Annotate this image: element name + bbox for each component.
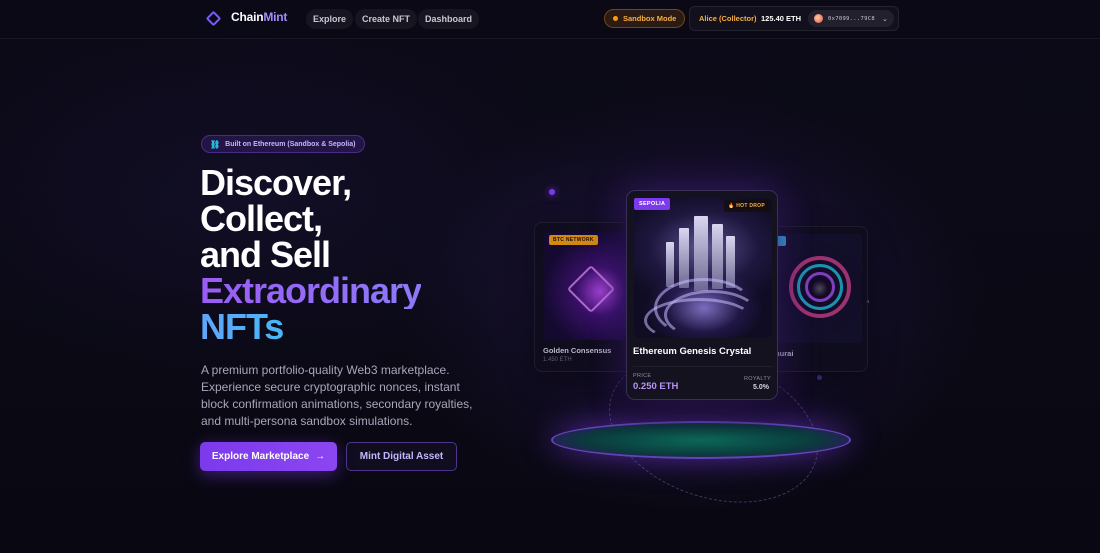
status-dot-icon (613, 16, 618, 21)
nft-image (634, 198, 772, 338)
price-label: PRICE (633, 373, 652, 379)
network-tag: BTC NETWORK (549, 235, 598, 245)
avatar (814, 14, 823, 23)
headline-accent-1: Extraordinary (200, 270, 422, 311)
hero-description: A premium portfolio-quality Web3 marketp… (201, 363, 473, 428)
brand-name: ChainMint (231, 10, 288, 24)
headline-line-1: Discover, (200, 162, 352, 203)
diamond-logo-icon (206, 11, 218, 23)
network-badge: ⛓ Built on Ethereum (Sandbox & Sepolia) (201, 135, 366, 153)
divider (633, 366, 773, 367)
nft-image (777, 234, 862, 343)
display-pedestal (551, 421, 851, 459)
network-badge-label: Built on Ethereum (Sandbox & Sepolia) (225, 140, 356, 148)
headline-line-3: and Sell (200, 234, 331, 275)
explore-marketplace-button[interactable]: Explore Marketplace → (200, 442, 337, 471)
link-icon: ⛓ (210, 139, 221, 149)
royalty-label: ROYALTY (744, 376, 771, 382)
top-navbar: ChainMint Explore Create NFT Dashboard S… (0, 0, 1100, 39)
nft-card-featured[interactable]: SEPOLIA 🔥 HOT DROP Ethereum Genesis Crys… (626, 190, 778, 400)
chevron-down-icon: ⌄ (881, 15, 888, 23)
nft-price: 0.250 ETH (633, 381, 679, 392)
wallet-dropdown[interactable]: 0x7099...79C8 ⌄ (808, 10, 894, 27)
hot-drop-tag: 🔥 HOT DROP (724, 200, 770, 212)
mint-digital-asset-button[interactable]: Mint Digital Asset (346, 442, 457, 471)
nav-explore[interactable]: Explore (306, 9, 354, 29)
network-tag: SEPOLIA (634, 198, 671, 210)
floating-orb (817, 375, 822, 380)
liquid-wave (644, 298, 754, 338)
nav-create-nft[interactable]: Create NFT (355, 9, 418, 29)
nav-dashboard[interactable]: Dashboard (418, 9, 480, 29)
hero-headline: Discover, Collect, and Sell Extraordinar… (200, 162, 422, 345)
account-balance: 125.40 ETH (761, 14, 802, 23)
swirl-ring (805, 272, 835, 302)
headline-accent-2: NFTs (200, 309, 421, 345)
brand-logo[interactable]: ChainMint (206, 10, 287, 24)
wallet-address: 0x7099...79C8 (828, 15, 875, 22)
account-panel: Alice (Collector) 125.40 ETH 0x7099...79… (689, 6, 899, 31)
crystal-tower (726, 236, 735, 288)
crystal-tower (666, 242, 674, 287)
account-name: Alice (Collector) (699, 14, 757, 23)
royalty-value: 5.0% (753, 384, 769, 391)
headline-line-2: Collect, (200, 198, 323, 239)
nft-image (544, 232, 638, 340)
arrow-right-icon: → (315, 451, 326, 462)
nft-title: Golden Consensus (543, 346, 612, 355)
explore-marketplace-label: Explore Marketplace (211, 451, 310, 462)
floating-orb (549, 189, 555, 195)
sandbox-mode-badge[interactable]: Sandbox Mode (604, 9, 686, 28)
sandbox-label: Sandbox Mode (623, 14, 677, 23)
nft-title: Ethereum Genesis Crystal (633, 346, 752, 357)
nft-price: 1.450 ETH (543, 357, 572, 363)
